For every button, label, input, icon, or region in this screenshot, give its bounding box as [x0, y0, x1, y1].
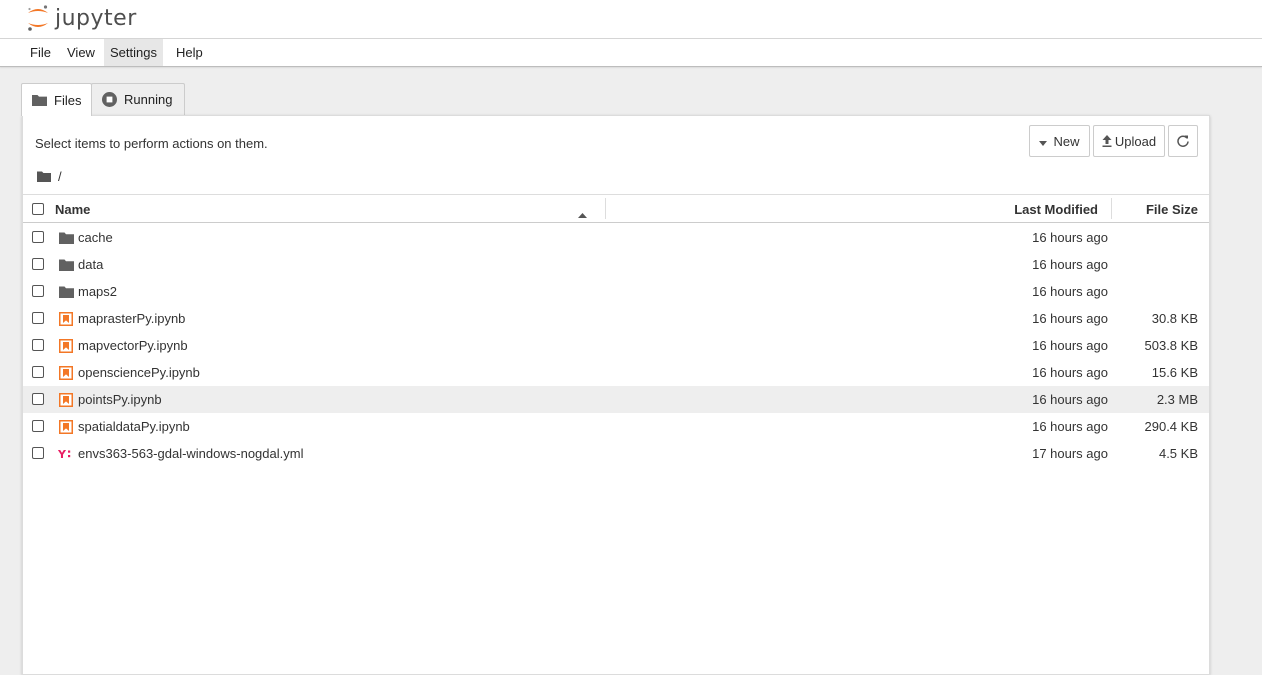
last-modified: 16 hours ago: [1032, 257, 1108, 272]
new-button[interactable]: New: [1029, 125, 1090, 157]
table-row[interactable]: cache 16 hours ago: [23, 224, 1209, 251]
logo-text: jupyter: [55, 5, 137, 31]
upload-button-label: Upload: [1114, 133, 1157, 149]
notebook-icon: [58, 338, 74, 354]
selection-hint: Select items to perform actions on them.: [35, 136, 268, 151]
table-row[interactable]: mapvectorPy.ipynb 16 hours ago 503.8 KB: [23, 332, 1209, 359]
menu-help[interactable]: Help: [170, 39, 209, 66]
row-checkbox[interactable]: [32, 420, 44, 432]
jupyter-logo-icon: [28, 5, 48, 31]
last-modified: 17 hours ago: [1032, 446, 1108, 461]
sort-ascending-icon[interactable]: [578, 206, 587, 221]
table-row[interactable]: Yenvs363-563-gdal-windows-nogdal.yml 17 h…: [23, 440, 1209, 467]
tab-running-label: Running: [124, 92, 173, 107]
file-name-link[interactable]: mapvectorPy.ipynb: [78, 332, 188, 359]
table-header: Name Last Modified File Size: [23, 194, 1209, 223]
upload-button[interactable]: Upload: [1093, 125, 1165, 157]
tab-files-label: Files: [54, 92, 82, 108]
file-name-link[interactable]: maps2: [78, 278, 117, 305]
upload-icon: [1102, 135, 1112, 147]
folder-icon: [58, 230, 74, 246]
running-icon: [102, 92, 117, 107]
last-modified: 16 hours ago: [1032, 392, 1108, 407]
row-checkbox[interactable]: [32, 393, 44, 405]
row-checkbox[interactable]: [32, 366, 44, 378]
last-modified: 16 hours ago: [1032, 338, 1108, 353]
last-modified: 16 hours ago: [1032, 284, 1108, 299]
yaml-file-icon: Y: [58, 446, 74, 462]
row-checkbox[interactable]: [32, 231, 44, 243]
folder-icon: [58, 257, 74, 273]
row-checkbox[interactable]: [32, 258, 44, 270]
table-row[interactable]: opensciencePy.ipynb 16 hours ago 15.6 KB: [23, 359, 1209, 386]
tab-running[interactable]: Running: [91, 83, 185, 115]
file-size: 30.8 KB: [1151, 311, 1198, 326]
menu-settings[interactable]: Settings: [104, 39, 163, 66]
notebook-icon: [58, 419, 74, 435]
column-header-file-size[interactable]: File Size: [1146, 195, 1198, 224]
file-name-link[interactable]: cache: [78, 224, 113, 251]
last-modified: 16 hours ago: [1032, 419, 1108, 434]
table-row[interactable]: maprasterPy.ipynb 16 hours ago 30.8 KB: [23, 305, 1209, 332]
row-checkbox[interactable]: [32, 447, 44, 459]
refresh-button[interactable]: [1168, 125, 1198, 157]
select-all-checkbox[interactable]: [32, 203, 44, 215]
menu-view[interactable]: View: [61, 39, 101, 66]
column-header-name[interactable]: Name: [55, 195, 90, 224]
table-row[interactable]: maps2 16 hours ago: [23, 278, 1209, 305]
tab-files[interactable]: Files: [21, 83, 92, 116]
new-button-label: New: [1053, 133, 1080, 149]
file-name-link[interactable]: opensciencePy.ipynb: [78, 359, 200, 386]
svg-text:Y: Y: [58, 448, 67, 461]
file-name-link[interactable]: spatialdataPy.ipynb: [78, 413, 190, 440]
column-divider: [605, 198, 606, 219]
notebook-icon: [58, 392, 74, 408]
breadcrumb-home-folder-icon[interactable]: [37, 171, 51, 182]
column-header-last-modified[interactable]: Last Modified: [1014, 195, 1098, 224]
file-name-link[interactable]: data: [78, 251, 103, 278]
folder-icon: [32, 94, 47, 106]
file-size: 2.3 MB: [1156, 392, 1198, 407]
file-size: 290.4 KB: [1144, 419, 1199, 434]
refresh-icon: [1177, 135, 1189, 147]
notebook-icon: [58, 311, 74, 327]
file-size: 15.6 KB: [1151, 365, 1198, 380]
file-name-link[interactable]: maprasterPy.ipynb: [78, 305, 185, 332]
file-name-link[interactable]: envs363-563-gdal-windows-nogdal.yml: [78, 440, 303, 467]
last-modified: 16 hours ago: [1032, 311, 1108, 326]
file-size: 4.5 KB: [1158, 446, 1198, 461]
jupyter-logo[interactable]: jupyter: [26, 3, 137, 33]
last-modified: 16 hours ago: [1032, 365, 1108, 380]
file-size: 503.8 KB: [1144, 338, 1199, 353]
column-divider: [1111, 198, 1112, 219]
file-browser-panel: Select items to perform actions on them.…: [22, 115, 1210, 675]
row-checkbox[interactable]: [32, 339, 44, 351]
notebook-icon: [58, 365, 74, 381]
row-checkbox[interactable]: [32, 312, 44, 324]
menu-bar: File View Settings Help: [0, 38, 1262, 67]
table-row[interactable]: spatialdataPy.ipynb 16 hours ago 290.4 KB: [23, 413, 1209, 440]
menu-file[interactable]: File: [24, 39, 57, 66]
app-header: jupyter: [0, 0, 1262, 38]
row-checkbox[interactable]: [32, 285, 44, 297]
table-row[interactable]: data 16 hours ago: [23, 251, 1209, 278]
breadcrumb-path[interactable]: /: [58, 169, 62, 184]
file-name-link[interactable]: pointsPy.ipynb: [78, 386, 162, 413]
table-row[interactable]: pointsPy.ipynb 16 hours ago 2.3 MB: [23, 386, 1209, 413]
breadcrumb: /: [37, 169, 62, 184]
last-modified: 16 hours ago: [1032, 230, 1108, 245]
folder-icon: [58, 284, 74, 300]
caret-down-icon: [1039, 134, 1048, 149]
